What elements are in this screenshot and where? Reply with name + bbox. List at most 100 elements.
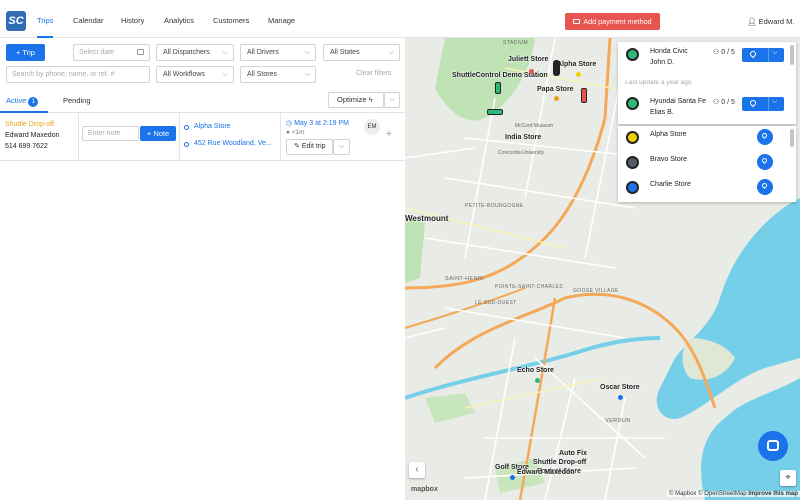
trip-row[interactable]: Shuttle Drop-off Edward Maxedon 514 699 … (0, 113, 405, 161)
nav-manage[interactable]: Manage (268, 16, 295, 25)
vehicle-capacity-value: 0 / 5 (721, 99, 735, 106)
add-payment-button[interactable]: Add payment method (565, 13, 660, 30)
chevron-down-icon: ⌵ (338, 143, 345, 150)
store-label[interactable]: India Store (505, 134, 541, 141)
vehicle-icon[interactable] (581, 88, 587, 103)
map-area-label: McCord Museum (515, 123, 554, 129)
stores-select[interactable]: All Stores ⌵ (240, 66, 316, 83)
nav-analytics[interactable]: Analytics (164, 16, 194, 25)
vehicle-icon[interactable] (487, 109, 503, 115)
chevron-down-icon: ⌵ (222, 71, 228, 78)
clear-filters-link[interactable]: Clear filters (356, 70, 391, 77)
edit-trip-dropdown[interactable]: ⌵ (333, 139, 350, 155)
date-picker[interactable]: Select date (73, 44, 150, 61)
trip-type: Shuttle Drop-off (5, 121, 54, 128)
map-area-label: STADIUM (503, 40, 528, 46)
chevron-left-icon: ‹ (415, 464, 419, 475)
customer-label[interactable]: Edward Maxedon (517, 469, 575, 476)
location-pin-icon (760, 131, 769, 140)
user-icon: 👤︎ (747, 17, 757, 26)
workflows-value: All Workflows (163, 71, 205, 78)
store-locate-button[interactable] (757, 179, 773, 195)
improve-map-link[interactable]: Improve this map (748, 491, 798, 497)
store-label[interactable]: Juliett Store (508, 56, 548, 63)
customer-phone: 514 699 7622 (5, 143, 48, 150)
store-locate-button[interactable] (757, 129, 773, 145)
add-note-button[interactable]: + Note (140, 126, 176, 141)
store-locate-button[interactable] (757, 154, 773, 170)
store-label[interactable]: Auto Fix (559, 450, 587, 457)
search-input[interactable]: Search by phone, name, or ref. # (6, 66, 150, 83)
divider (280, 113, 281, 161)
map-area-label: Westmount (405, 214, 449, 223)
store-label[interactable]: Echo Store (517, 367, 554, 374)
map-area-label: SAINT-HENRI (445, 276, 485, 282)
active-count-badge: 1 (28, 97, 39, 107)
trip-label[interactable]: Shuttle Drop-off (533, 459, 586, 466)
tab-active[interactable]: Active 1 (6, 96, 39, 107)
search-placeholder: Search by phone, name, or ref. # (12, 71, 115, 78)
note-input[interactable]: Enter note (82, 126, 139, 141)
locate-button[interactable]: ⌖ (780, 470, 796, 486)
store-label[interactable]: Papa Store (537, 86, 574, 93)
location-pin-icon (748, 98, 758, 108)
last-update-text: Last update a year ago (625, 79, 692, 86)
trip-tabs: Active 1 Pending Optimize ϟ ⌵ (0, 90, 405, 113)
vehicle-status-icon (626, 48, 639, 61)
juliett-marker-icon[interactable] (529, 69, 534, 74)
golf-marker-icon[interactable] (510, 475, 515, 480)
workflows-select[interactable]: All Workflows ⌵ (156, 66, 234, 83)
trips-panel: + Trip Select date All Dispatchers ⌵ All … (0, 38, 405, 500)
store-label[interactable]: Oscar Store (600, 384, 640, 391)
oscar-marker-icon[interactable] (618, 395, 623, 400)
store-name: Charlie Store (650, 181, 691, 188)
store-icon (626, 156, 639, 169)
store-icon (626, 131, 639, 144)
collapse-panel-button[interactable]: ‹ (409, 462, 425, 478)
nav-trips[interactable]: Trips (37, 16, 54, 38)
calendar-icon (137, 49, 144, 55)
vehicle-icon[interactable] (495, 82, 501, 94)
states-select[interactable]: All States ⌵ (323, 44, 400, 61)
optimize-button[interactable]: Optimize ϟ (328, 92, 384, 108)
trip-eta: ● <1m (286, 129, 305, 136)
vehicle-icon[interactable] (553, 60, 560, 76)
driver-avatar[interactable]: EM (364, 119, 380, 135)
note-placeholder: Enter note (88, 130, 121, 137)
chat-button[interactable] (758, 431, 788, 461)
dropoff-location[interactable]: 452 Rue Woodland, Ve... (194, 140, 272, 147)
tab-pending[interactable]: Pending (63, 96, 91, 105)
mount-royal-park (435, 38, 535, 121)
echo-marker-icon[interactable] (535, 378, 540, 383)
stores-panel: Alpha Store Bravo Store Charlie Store (618, 126, 796, 202)
plus-icon: + (16, 48, 21, 57)
chevron-down-icon: ⌵ (389, 96, 395, 103)
user-menu[interactable]: 👤︎ Edward M. (747, 17, 794, 26)
pencil-icon: ✎ (294, 143, 300, 150)
nav-history[interactable]: History (121, 16, 144, 25)
optimize-dropdown[interactable]: ⌵ (384, 92, 400, 108)
vehicle-locate-button[interactable]: ⌵ (742, 48, 784, 62)
chevron-down-icon: ⌵ (222, 49, 228, 56)
dispatchers-select[interactable]: All Dispatchers ⌵ (156, 44, 234, 61)
location-pin-icon (748, 49, 758, 59)
nav-calendar[interactable]: Calendar (73, 16, 103, 25)
store-label[interactable]: Alpha Store (557, 61, 596, 68)
add-trip-button[interactable]: + Trip (6, 44, 45, 61)
alpha-marker-icon[interactable] (576, 72, 581, 77)
edit-trip-button[interactable]: ✎ Edit trip (286, 139, 333, 155)
pickup-location[interactable]: Alpha Store (194, 123, 231, 130)
bolt-icon: ϟ (368, 97, 373, 104)
nav-customers[interactable]: Customers (213, 16, 249, 25)
papa-marker-icon[interactable] (554, 96, 559, 101)
scrollbar[interactable] (790, 45, 794, 65)
chevron-down-icon: ⌵ (304, 71, 310, 78)
vehicle-locate-button[interactable]: ⌵ (742, 97, 784, 111)
mapbox-logo: mapbox (411, 486, 438, 493)
assign-plus-icon[interactable]: + (386, 129, 392, 140)
people-icon: ⚇ (713, 49, 720, 56)
tab-active-label: Active (6, 96, 27, 105)
drivers-select[interactable]: All Drivers ⌵ (240, 44, 316, 61)
map-area-label: Concordia University (498, 150, 545, 156)
scrollbar[interactable] (790, 129, 794, 147)
